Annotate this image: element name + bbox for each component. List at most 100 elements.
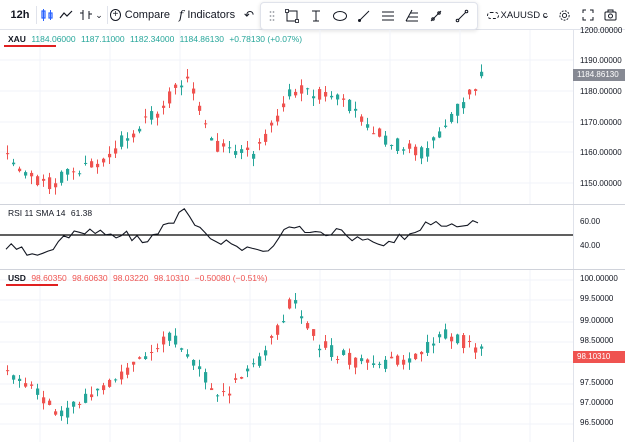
top-toolbar: 12h ⌄ + Compare f Indicators ↶ XAUUSD c … [0, 0, 625, 30]
candle-body [168, 332, 172, 341]
usd-candles[interactable] [0, 270, 573, 442]
usd-low: 98.03220 [112, 273, 149, 283]
undo-icon[interactable]: ↶ [242, 4, 256, 26]
candle-body [342, 350, 346, 355]
candle-body [270, 122, 274, 126]
horizontal-lines-tool-icon[interactable] [379, 7, 397, 25]
candle-body [210, 388, 214, 391]
symbol-chevron-icon[interactable]: ⌄ [540, 4, 552, 26]
rsi-tick: 60.00 [580, 217, 601, 226]
usd-underline [6, 284, 58, 286]
candle-body [276, 325, 280, 335]
candle-body [162, 336, 166, 345]
compare-button[interactable]: + Compare [110, 4, 170, 26]
candle-body [18, 168, 22, 172]
candle-body [180, 85, 184, 88]
candle-body [54, 183, 58, 188]
xau-candles[interactable] [0, 30, 573, 204]
candle-body [354, 108, 358, 111]
xau-tick: 1160.00000 [580, 148, 622, 157]
candles-chart-type-icon[interactable] [38, 4, 56, 26]
candle-body [192, 359, 196, 366]
candle-body [60, 410, 64, 417]
cloud-icon [486, 11, 499, 19]
candle-body [138, 128, 142, 132]
camera-icon[interactable] [602, 4, 618, 26]
candle-body [30, 172, 34, 177]
candle-body [252, 363, 256, 365]
interval-button[interactable]: 12h [6, 4, 34, 26]
usd-tick: 97.00000 [580, 398, 614, 407]
candle-body [228, 147, 232, 149]
candle-body [108, 379, 112, 387]
rsi-legend: RSI 11 SMA 14 61.38 [8, 208, 95, 218]
candle-body [366, 359, 370, 363]
candle-body [120, 371, 124, 380]
xau-price-axis[interactable]: 1200.00000 1190.00000 1180.00000 1170.00… [573, 26, 625, 204]
candle-body [222, 391, 226, 393]
chevron-down-icon[interactable]: ⌄ [93, 4, 105, 26]
usd-tick: 99.00000 [580, 316, 614, 325]
candle-body [24, 383, 28, 387]
candle-body [480, 346, 484, 349]
candle-body [450, 336, 454, 342]
drag-handle-icon[interactable] [263, 7, 281, 25]
rsi-pane: RSI 11 SMA 14 61.38 60.00 40.00 [0, 205, 625, 269]
candle-body [114, 148, 118, 154]
xau-tick: 1180.00000 [580, 87, 622, 96]
candle-body [42, 178, 46, 181]
candle-body [240, 149, 244, 153]
candle-body [42, 397, 46, 404]
candle-body [408, 358, 412, 363]
fullscreen-icon[interactable] [580, 4, 596, 26]
candle-body [468, 89, 472, 95]
candle-body [396, 355, 400, 365]
candle-body [372, 133, 376, 135]
text-cursor-tool-icon[interactable] [307, 7, 325, 25]
candle-body [366, 124, 370, 128]
candle-body [462, 335, 466, 349]
xau-last-price-tag: 1184.86130 [573, 69, 625, 81]
candle-body [246, 368, 250, 372]
candle-body [84, 162, 88, 164]
indicators-button[interactable]: f Indicators [176, 4, 238, 26]
candle-body [360, 116, 364, 122]
brush-tool-icon[interactable] [355, 7, 373, 25]
candle-body [444, 125, 448, 127]
candle-body [168, 91, 172, 104]
candle-body [390, 144, 394, 147]
xau-tick: 1150.00000 [580, 179, 622, 188]
usd-high: 98.60630 [72, 273, 108, 283]
candle-body [348, 352, 352, 365]
candle-body [468, 340, 472, 342]
rsi-axis[interactable]: 60.00 40.00 [573, 205, 625, 269]
line-chart-type-icon[interactable] [57, 4, 75, 26]
candle-body [432, 343, 436, 346]
fib-channel-tool-icon[interactable] [403, 7, 421, 25]
candle-body [408, 143, 412, 149]
usd-tick: 97.50000 [580, 378, 614, 387]
candle-body [48, 177, 52, 190]
candle-body [60, 171, 64, 183]
pattern-tool-icon[interactable] [427, 7, 445, 25]
candle-body [414, 146, 418, 156]
candle-body [300, 85, 304, 94]
settings-gear-icon[interactable] [556, 4, 572, 26]
ellipse-tool-icon[interactable] [331, 7, 349, 25]
usd-tick: 99.50000 [580, 294, 614, 303]
usd-close: 98.10310 [153, 273, 190, 283]
candle-body [462, 102, 466, 109]
xau-legend: XAU 1184.06000 1187.11000 1182.34000 118… [8, 34, 305, 44]
rectangle-tool-icon[interactable] [283, 7, 301, 25]
candle-body [258, 142, 262, 144]
candle-body [102, 158, 106, 163]
xau-tick: 1200.00000 [580, 26, 623, 35]
candle-body [360, 358, 364, 362]
candle-body [36, 176, 40, 186]
candle-body [330, 95, 334, 98]
candle-body [132, 361, 136, 365]
candle-body [198, 105, 202, 111]
trend-line-tool-icon[interactable] [453, 7, 471, 25]
candle-body [198, 366, 202, 370]
candle-body [126, 367, 130, 375]
